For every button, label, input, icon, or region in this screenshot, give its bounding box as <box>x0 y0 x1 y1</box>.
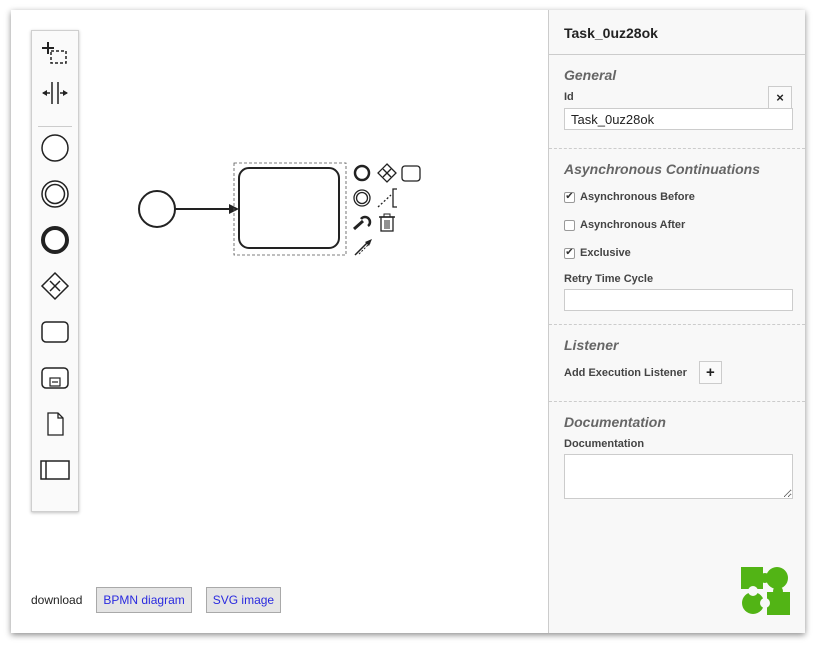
documentation-textarea[interactable] <box>564 454 793 499</box>
bpmn-io-logo-icon <box>741 567 790 615</box>
exclusive-checkbox[interactable]: ✔ <box>564 247 575 259</box>
clear-id-button[interactable]: × <box>768 86 792 109</box>
wrench-icon[interactable] <box>353 215 372 231</box>
documentation-group: Documentation Documentation <box>549 402 805 513</box>
properties-panel: Task_0uz28ok General Id Task_0uz28ok × A… <box>548 10 805 633</box>
download-svg-button[interactable]: SVG image <box>205 587 282 613</box>
panel-header-title: Task_0uz28ok <box>549 10 805 55</box>
documentation-label: Documentation <box>564 438 645 450</box>
append-gateway-icon[interactable] <box>377 163 397 183</box>
append-task-icon[interactable] <box>401 165 421 182</box>
exclusive-label: Exclusive <box>580 247 631 259</box>
documentation-title: Documentation <box>564 414 666 430</box>
selected-task[interactable] <box>238 167 340 249</box>
listener-title: Listener <box>564 337 619 353</box>
context-pad <box>353 163 421 256</box>
listener-group: Listener Add Execution Listener + <box>549 325 805 402</box>
retry-time-cycle-input[interactable] <box>564 289 793 311</box>
app-window: download BPMN diagram SVG image Task_0uz… <box>11 10 805 633</box>
exclusive-row: ✔ Exclusive <box>564 245 790 261</box>
download-bpmn-button[interactable]: BPMN diagram <box>96 587 192 613</box>
start-event[interactable] <box>138 190 176 228</box>
add-execution-listener-label: Add Execution Listener <box>564 366 687 379</box>
general-group: General Id Task_0uz28ok × <box>549 55 805 149</box>
async-before-label: Asynchronous Before <box>580 191 695 203</box>
retry-label: Retry Time Cycle <box>564 273 654 285</box>
bpmn-diagram <box>138 162 421 256</box>
download-bar: download BPMN diagram SVG image <box>31 587 295 613</box>
async-after-checkbox[interactable] <box>564 219 575 231</box>
async-before-checkbox[interactable]: ✔ <box>564 191 575 203</box>
general-title: General <box>564 67 617 83</box>
async-title: Asynchronous Continuations <box>564 161 760 177</box>
id-input[interactable]: Task_0uz28ok <box>564 108 793 130</box>
delete-icon[interactable] <box>379 213 395 232</box>
id-label: Id <box>564 91 574 103</box>
append-intermediate-event-icon[interactable] <box>353 189 371 207</box>
async-after-label: Asynchronous After <box>580 219 686 231</box>
execution-listener-row: Add Execution Listener + <box>564 361 790 384</box>
download-label: download <box>31 593 83 607</box>
connect-icon[interactable] <box>354 239 372 256</box>
append-end-event-icon[interactable] <box>353 164 371 182</box>
diagram-canvas[interactable]: download BPMN diagram SVG image <box>11 10 548 633</box>
async-after-row: Asynchronous After <box>564 217 790 233</box>
add-execution-listener-button[interactable]: + <box>698 361 722 384</box>
text-annotation-icon[interactable] <box>377 188 397 208</box>
async-before-row: ✔ Asynchronous Before <box>564 189 790 205</box>
async-group: Asynchronous Continuations ✔ Asynchronou… <box>549 149 805 325</box>
